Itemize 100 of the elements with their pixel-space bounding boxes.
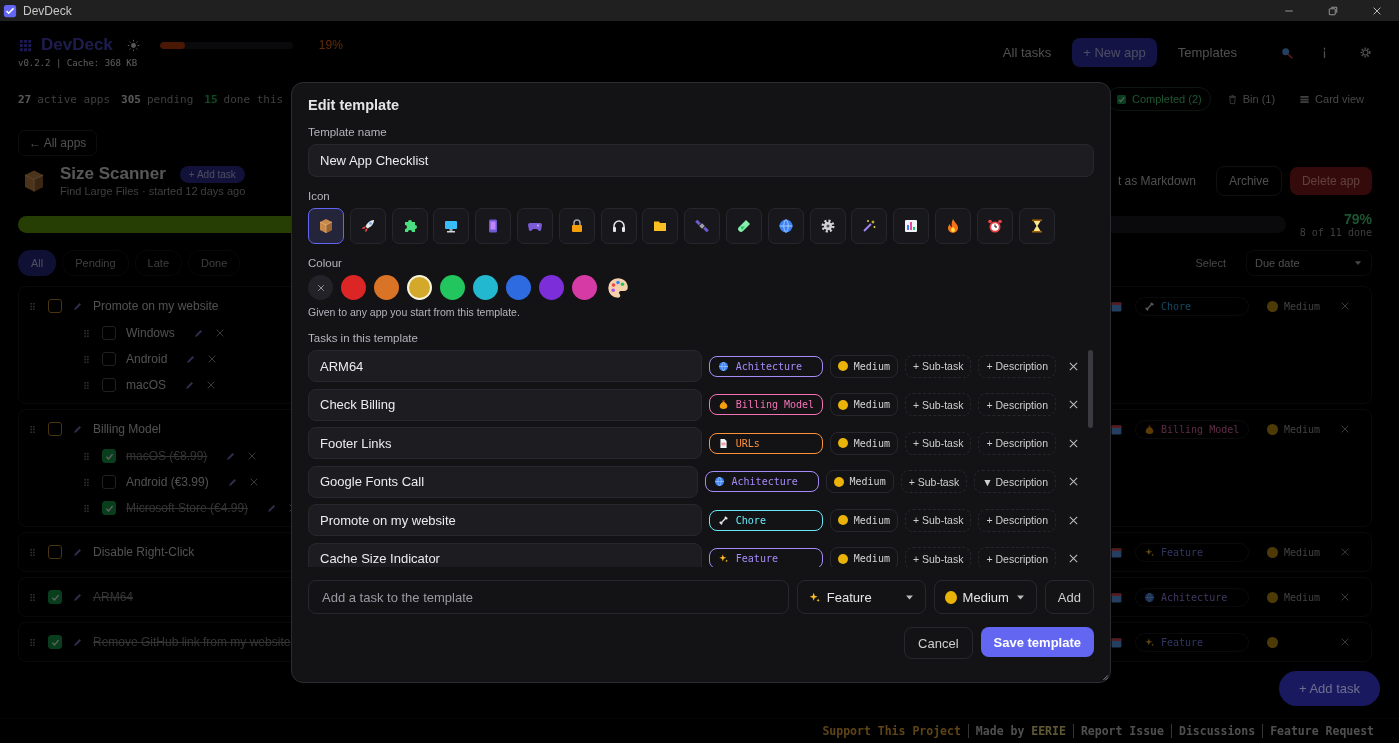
icon-option[interactable] xyxy=(433,208,470,244)
icon-option[interactable] xyxy=(893,208,930,244)
drag-handle-icon[interactable] xyxy=(27,423,38,435)
drag-handle-icon[interactable] xyxy=(81,476,92,488)
pencil-icon[interactable] xyxy=(185,353,197,365)
checkbox[interactable] xyxy=(102,449,116,463)
checkbox[interactable] xyxy=(102,501,116,515)
cancel-button[interactable]: Cancel xyxy=(904,627,973,659)
colour-swatch[interactable] xyxy=(572,275,597,300)
add-subtask-button[interactable]: + Sub-task xyxy=(904,508,972,532)
priority-select[interactable]: Medium xyxy=(829,431,898,455)
drag-handle-icon[interactable] xyxy=(27,546,38,558)
custom-colour-option[interactable] xyxy=(605,275,630,300)
drag-handle-icon[interactable] xyxy=(81,327,92,339)
add-subtask-button[interactable]: + Sub-task xyxy=(900,470,968,493)
calendar-icon[interactable] xyxy=(1110,590,1123,604)
add-subtask-button[interactable]: + Sub-task xyxy=(904,354,972,378)
checkbox[interactable] xyxy=(48,635,62,649)
colour-swatch[interactable] xyxy=(407,275,432,300)
task-name-field[interactable]: Google Fonts Call xyxy=(308,465,698,498)
icon-option[interactable] xyxy=(934,208,971,244)
pencil-icon[interactable] xyxy=(72,300,83,312)
icon-option[interactable] xyxy=(600,208,637,244)
task-name-field[interactable]: Check Billing xyxy=(308,388,702,421)
resize-handle-icon[interactable] xyxy=(1100,672,1109,681)
checkbox[interactable] xyxy=(102,326,116,340)
category-select[interactable]: Billing Model xyxy=(708,394,823,415)
task-name-field[interactable]: Footer Links xyxy=(308,427,702,459)
task-name-field[interactable]: Promote on my website xyxy=(308,504,702,536)
icon-option[interactable] xyxy=(349,208,386,244)
pencil-icon[interactable] xyxy=(184,379,195,391)
colour-swatch[interactable] xyxy=(539,275,564,300)
drag-handle-icon[interactable] xyxy=(81,450,92,462)
description-toggle[interactable]: + Description xyxy=(978,508,1056,532)
icon-option[interactable] xyxy=(642,208,679,244)
calendar-icon[interactable] xyxy=(1110,422,1123,436)
pencil-icon[interactable] xyxy=(72,636,83,648)
category-select[interactable]: Chore xyxy=(708,509,823,531)
settings-icon[interactable] xyxy=(1359,46,1372,59)
colour-swatch[interactable] xyxy=(506,275,531,300)
description-toggle[interactable]: + Description xyxy=(978,354,1056,378)
category-dropdown[interactable]: Feature xyxy=(796,580,926,614)
scrollbar[interactable] xyxy=(1088,350,1093,428)
pencil-icon[interactable] xyxy=(192,327,204,339)
theme-toggle-icon[interactable] xyxy=(126,38,140,52)
no-colour-option[interactable] xyxy=(308,275,333,300)
restore-icon[interactable] xyxy=(1327,4,1339,17)
checkbox[interactable] xyxy=(48,590,62,604)
checkbox[interactable] xyxy=(102,352,116,366)
icon-option[interactable] xyxy=(308,208,344,244)
colour-swatch[interactable] xyxy=(473,275,498,300)
priority-select[interactable]: Medium xyxy=(829,508,898,532)
checkbox[interactable] xyxy=(48,299,62,313)
description-toggle[interactable]: ▼ Description xyxy=(974,470,1056,493)
calendar-icon[interactable] xyxy=(1110,545,1123,559)
pencil-icon[interactable] xyxy=(72,546,83,558)
drag-handle-icon[interactable] xyxy=(81,379,92,391)
add-button[interactable]: Add xyxy=(1044,580,1094,614)
calendar-icon[interactable] xyxy=(1110,635,1123,649)
icon-option[interactable] xyxy=(809,208,846,244)
add-subtask-button[interactable]: + Sub-task xyxy=(904,393,972,416)
icon-option[interactable] xyxy=(558,208,595,244)
new-task-field[interactable]: Add a task to the template xyxy=(308,580,789,614)
pencil-icon[interactable] xyxy=(226,476,238,488)
priority-select[interactable]: Medium xyxy=(829,354,898,378)
add-subtask-button[interactable]: + Sub-task xyxy=(904,431,972,455)
task-name-field[interactable]: Cache Size Indicator xyxy=(308,542,702,567)
category-select[interactable]: URLs xyxy=(708,432,823,454)
icon-option[interactable] xyxy=(475,208,512,244)
drag-handle-icon[interactable] xyxy=(27,636,38,648)
drag-handle-icon[interactable] xyxy=(81,502,92,514)
icon-option[interactable] xyxy=(725,208,762,244)
category-select[interactable]: Achitecture xyxy=(708,355,823,377)
pencil-icon[interactable] xyxy=(225,450,237,462)
icon-option[interactable] xyxy=(976,208,1013,244)
template-name-field[interactable]: New App Checklist xyxy=(308,144,1094,177)
checkbox[interactable] xyxy=(48,545,62,559)
description-toggle[interactable]: + Description xyxy=(978,431,1056,455)
pencil-icon[interactable] xyxy=(72,423,83,435)
category-select[interactable]: Achitecture xyxy=(704,471,819,492)
search-icon[interactable] xyxy=(1280,45,1294,60)
colour-swatch[interactable] xyxy=(341,275,366,300)
priority-dropdown[interactable]: Medium xyxy=(933,580,1037,614)
drag-handle-icon[interactable] xyxy=(27,300,38,312)
icon-option[interactable] xyxy=(1018,208,1055,244)
pencil-icon[interactable] xyxy=(266,502,278,514)
colour-swatch[interactable] xyxy=(440,275,465,300)
icon-option[interactable] xyxy=(767,208,804,244)
description-toggle[interactable]: + Description xyxy=(978,393,1056,416)
checkbox[interactable] xyxy=(102,475,116,489)
calendar-icon[interactable] xyxy=(1110,299,1123,313)
description-toggle[interactable]: + Description xyxy=(978,547,1056,567)
priority-select[interactable]: Medium xyxy=(829,393,898,416)
drag-handle-icon[interactable] xyxy=(81,353,92,365)
save-button[interactable]: Save template xyxy=(980,627,1094,657)
checkbox[interactable] xyxy=(48,422,62,436)
colour-swatch[interactable] xyxy=(374,275,399,300)
priority-select[interactable]: Medium xyxy=(825,470,894,493)
checkbox[interactable] xyxy=(102,378,116,392)
task-name-field[interactable]: ARM64 xyxy=(308,350,702,382)
